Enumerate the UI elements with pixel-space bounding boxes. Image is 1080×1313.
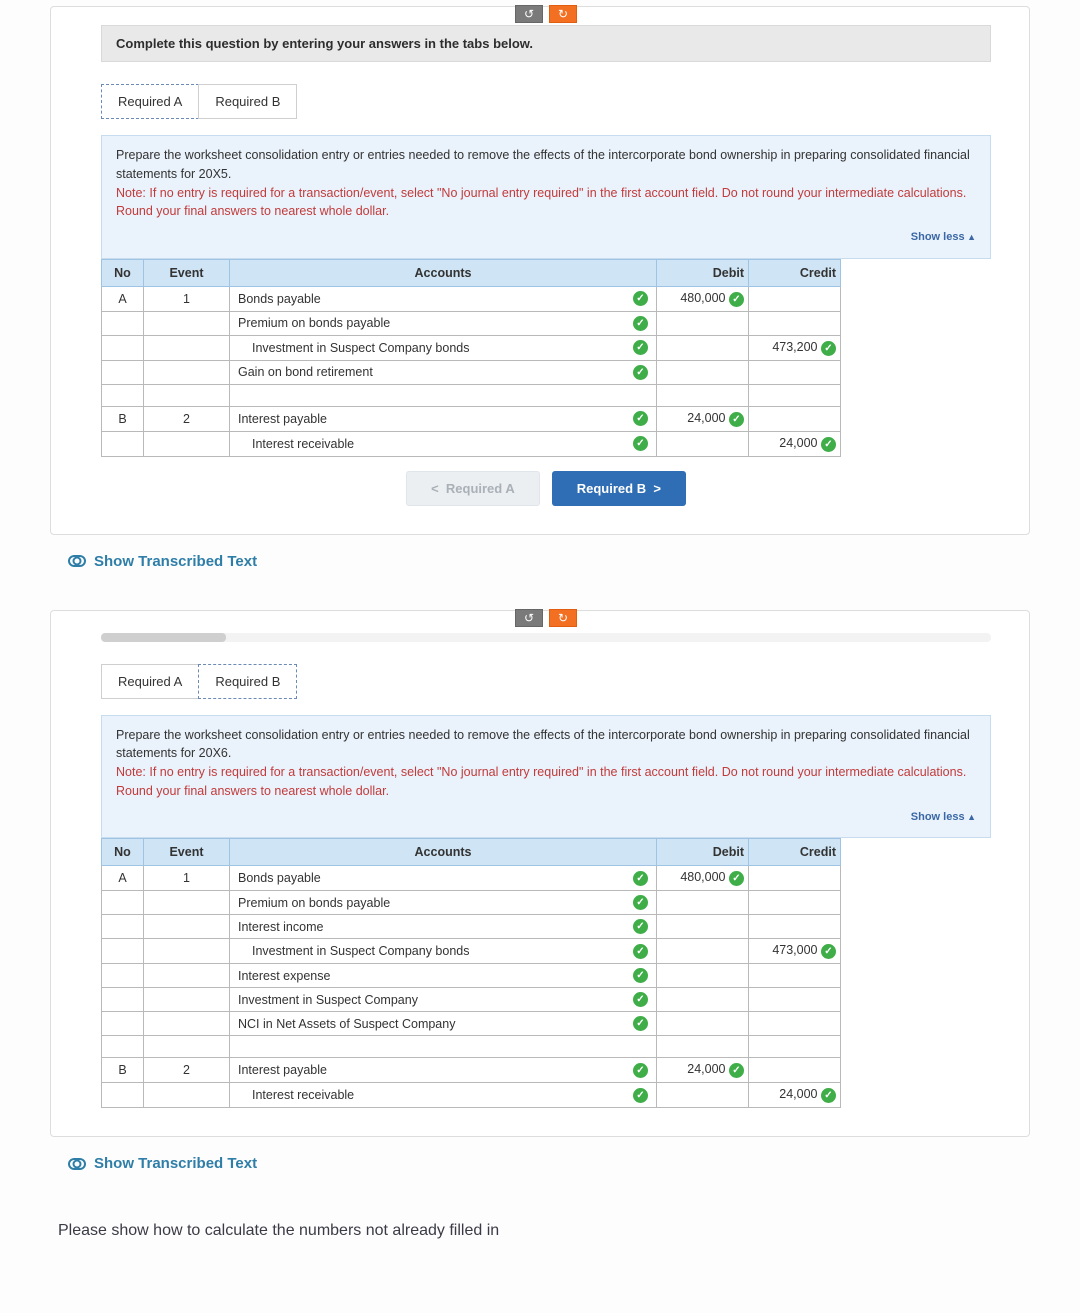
check-icon: ✓ bbox=[633, 436, 648, 451]
table-row: Gain on bond retirement ✓ bbox=[102, 360, 841, 384]
tabs-row: Required A Required B bbox=[101, 664, 991, 699]
table-row: Premium on bonds payable✓ bbox=[102, 891, 841, 915]
info-box-1: Prepare the worksheet consolidation entr… bbox=[101, 135, 991, 259]
redo-button[interactable]: ↻ bbox=[549, 609, 577, 627]
table-row: Interest income✓ bbox=[102, 915, 841, 939]
account-name: Gain on bond retirement bbox=[238, 365, 373, 379]
table-row: Premium on bonds payable ✓ bbox=[102, 311, 841, 335]
horizontal-scrollbar[interactable] bbox=[101, 633, 991, 642]
tab-required-b[interactable]: Required B bbox=[198, 664, 297, 699]
info-text: Prepare the worksheet consolidation entr… bbox=[116, 148, 970, 181]
scrollbar-thumb[interactable] bbox=[101, 633, 226, 642]
check-icon: ✓ bbox=[633, 1063, 648, 1078]
table-row: A 1 Bonds payable✓ 480,000 ✓ bbox=[102, 866, 841, 891]
account-name: Investment in Suspect Company bonds bbox=[252, 341, 469, 355]
user-question: Please show how to calculate the numbers… bbox=[58, 1222, 1030, 1240]
show-transcribed-text[interactable]: Show Transcribed Text bbox=[68, 1155, 1030, 1172]
undo-button[interactable]: ↺ bbox=[515, 5, 543, 23]
nav-buttons: < Required A Required B > bbox=[101, 471, 991, 506]
worksheet-panel-2: ↺ ↻ Required A Required B Prepare the wo… bbox=[50, 610, 1030, 1138]
check-icon: ✓ bbox=[633, 992, 648, 1007]
check-icon: ✓ bbox=[633, 944, 648, 959]
th-event: Event bbox=[144, 259, 230, 286]
table-row: Investment in Suspect Company✓ bbox=[102, 988, 841, 1012]
account-name: Premium on bonds payable bbox=[238, 316, 390, 330]
tab-required-b[interactable]: Required B bbox=[198, 84, 297, 119]
top-toolbar: ↺ ↻ bbox=[101, 5, 991, 19]
show-transcribed-text[interactable]: Show Transcribed Text bbox=[68, 553, 1030, 570]
check-icon: ✓ bbox=[633, 316, 648, 331]
show-less-toggle[interactable]: Show less bbox=[116, 809, 976, 826]
th-debit: Debit bbox=[657, 259, 749, 286]
journal-table-2: No Event Accounts Debit Credit A 1 Bonds… bbox=[101, 838, 841, 1108]
th-credit: Credit bbox=[749, 259, 841, 286]
check-icon: ✓ bbox=[633, 411, 648, 426]
check-icon: ✓ bbox=[821, 944, 836, 959]
check-icon: ✓ bbox=[633, 919, 648, 934]
account-name: Bonds payable bbox=[238, 292, 321, 306]
instruction-bar: Complete this question by entering your … bbox=[101, 25, 991, 62]
table-row: Interest expense✓ bbox=[102, 964, 841, 988]
eye-icon bbox=[68, 1158, 86, 1170]
account-name: Interest payable bbox=[238, 412, 327, 426]
undo-button[interactable]: ↺ bbox=[515, 609, 543, 627]
check-icon: ✓ bbox=[729, 292, 744, 307]
check-icon: ✓ bbox=[633, 291, 648, 306]
th-accounts: Accounts bbox=[230, 259, 657, 286]
table-row: B 2 Interest payable✓ 24,000 ✓ bbox=[102, 1058, 841, 1083]
next-button[interactable]: Required B > bbox=[552, 471, 686, 506]
prev-button[interactable]: < Required A bbox=[406, 471, 540, 506]
info-text: Prepare the worksheet consolidation entr… bbox=[116, 728, 970, 761]
redo-button[interactable]: ↻ bbox=[549, 5, 577, 23]
tab-required-a[interactable]: Required A bbox=[101, 664, 199, 699]
table-row: B 2 Interest payable✓ 24,000 ✓ bbox=[102, 406, 841, 431]
check-icon: ✓ bbox=[821, 1088, 836, 1103]
check-icon: ✓ bbox=[633, 871, 648, 886]
check-icon: ✓ bbox=[633, 365, 648, 380]
table-row bbox=[102, 384, 841, 406]
check-icon: ✓ bbox=[633, 1016, 648, 1031]
table-row bbox=[102, 1036, 841, 1058]
table-row: NCI in Net Assets of Suspect Company✓ bbox=[102, 1012, 841, 1036]
check-icon: ✓ bbox=[633, 340, 648, 355]
eye-icon bbox=[68, 555, 86, 567]
journal-table-1: No Event Accounts Debit Credit A 1 Bonds… bbox=[101, 259, 841, 457]
table-row: Interest receivable✓ 24,000 ✓ bbox=[102, 431, 841, 456]
info-box-2: Prepare the worksheet consolidation entr… bbox=[101, 715, 991, 839]
worksheet-panel-1: ↺ ↻ Complete this question by entering y… bbox=[50, 6, 1030, 535]
top-toolbar: ↺ ↻ bbox=[101, 609, 991, 623]
tabs-row: Required A Required B bbox=[101, 84, 991, 119]
check-icon: ✓ bbox=[821, 341, 836, 356]
check-icon: ✓ bbox=[633, 968, 648, 983]
show-less-toggle[interactable]: Show less bbox=[116, 229, 976, 246]
tab-required-a[interactable]: Required A bbox=[101, 84, 199, 119]
th-no: No bbox=[102, 259, 144, 286]
check-icon: ✓ bbox=[821, 437, 836, 452]
check-icon: ✓ bbox=[729, 1063, 744, 1078]
table-row: A 1 Bonds payable✓ 480,000 ✓ bbox=[102, 286, 841, 311]
check-icon: ✓ bbox=[729, 412, 744, 427]
check-icon: ✓ bbox=[633, 895, 648, 910]
table-row: Interest receivable✓ 24,000 ✓ bbox=[102, 1083, 841, 1108]
info-note: Note: If no entry is required for a tran… bbox=[116, 765, 966, 798]
table-row: Investment in Suspect Company bonds✓ 473… bbox=[102, 939, 841, 964]
table-row: Investment in Suspect Company bonds✓ 473… bbox=[102, 335, 841, 360]
check-icon: ✓ bbox=[729, 871, 744, 886]
account-name: Interest receivable bbox=[252, 437, 354, 451]
info-note: Note: If no entry is required for a tran… bbox=[116, 186, 966, 219]
check-icon: ✓ bbox=[633, 1088, 648, 1103]
